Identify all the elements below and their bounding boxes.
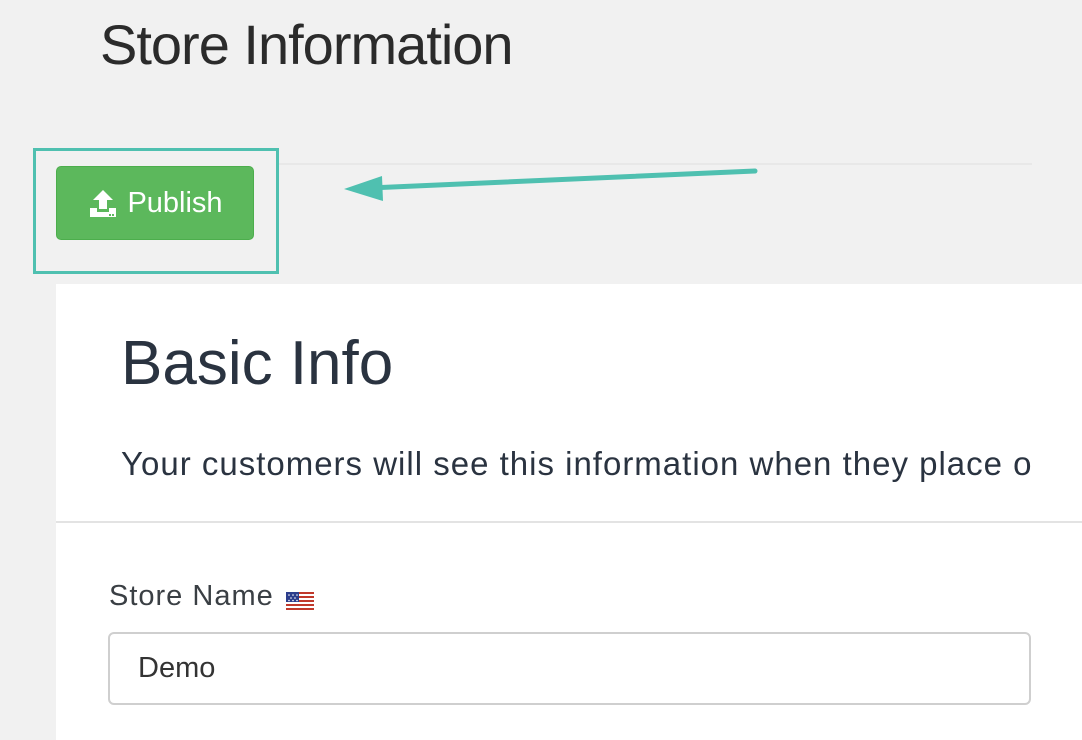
card-divider: [56, 521, 1082, 523]
basic-info-heading: Basic Info: [121, 329, 394, 398]
upload-icon: [87, 187, 119, 219]
basic-info-description: Your customers will see this information…: [121, 445, 1033, 482]
publish-button[interactable]: Publish: [56, 166, 254, 240]
publish-button-label: Publish: [127, 186, 223, 219]
page: Store Information Publish Basic Info You…: [0, 0, 1082, 740]
store-name-label-text: Store Name: [109, 580, 274, 612]
store-name-label: Store Name: [109, 580, 314, 613]
page-title: Store Information: [100, 13, 514, 76]
us-flag-icon: [285, 587, 314, 612]
store-name-input[interactable]: [108, 632, 1031, 705]
arrow-icon: [344, 168, 758, 201]
basic-info-card: Basic Info Your customers will see this …: [56, 284, 1082, 740]
